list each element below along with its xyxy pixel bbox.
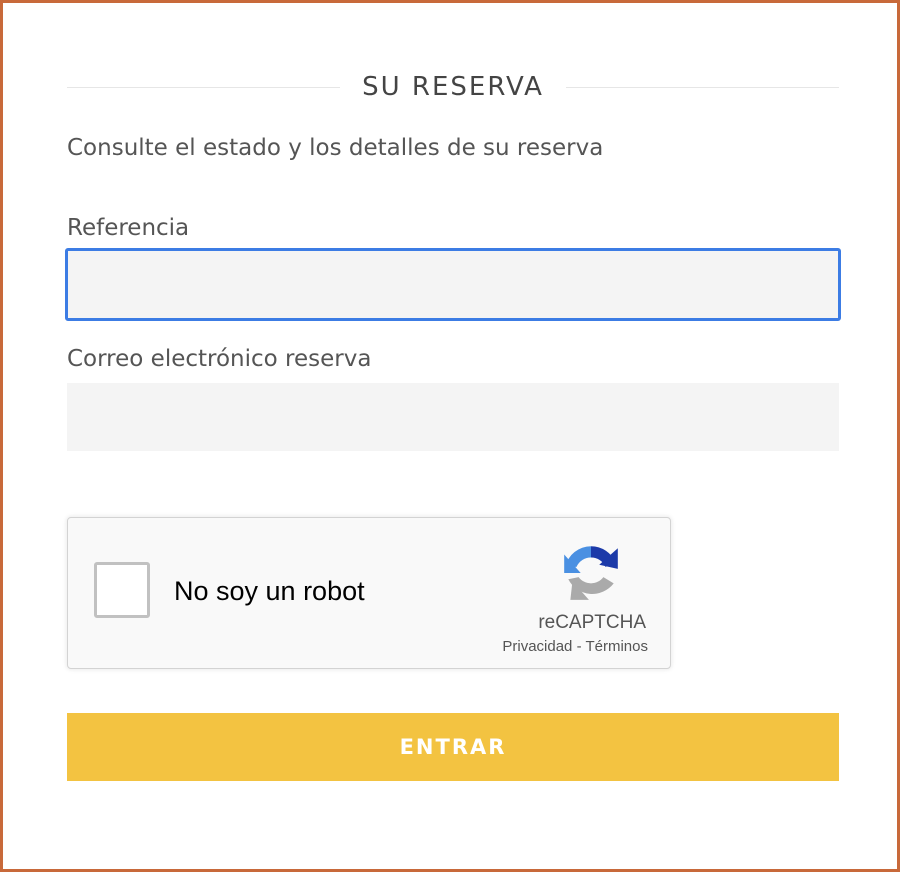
reference-input[interactable] (65, 248, 841, 321)
recaptcha-widget: No soy un robot reCAPTCHA Privacidad - T… (67, 517, 671, 669)
recaptcha-checkbox-label: No soy un robot (174, 576, 365, 606)
privacy-link[interactable]: Privacidad (502, 638, 572, 655)
recaptcha-checkbox[interactable] (94, 562, 150, 618)
page-subtitle: Consulte el estado y los detalles de su … (67, 135, 604, 161)
email-input[interactable] (67, 383, 839, 451)
header-divider-left (67, 86, 341, 88)
email-label: Correo electrónico reserva (67, 346, 372, 372)
page-title: SU RESERVA (362, 72, 544, 102)
recaptcha-brand: reCAPTCHA (538, 612, 646, 633)
recaptcha-logo-icon (564, 546, 618, 600)
page-frame: SU RESERVA Consulte el estado y los deta… (0, 0, 900, 872)
submit-button[interactable]: ENTRAR (67, 713, 839, 781)
header-divider-right (565, 86, 839, 88)
section-header: SU RESERVA (67, 67, 839, 107)
recaptcha-links: Privacidad - Términos (502, 638, 648, 655)
reference-label: Referencia (67, 215, 190, 241)
terms-link[interactable]: Términos (585, 638, 648, 655)
